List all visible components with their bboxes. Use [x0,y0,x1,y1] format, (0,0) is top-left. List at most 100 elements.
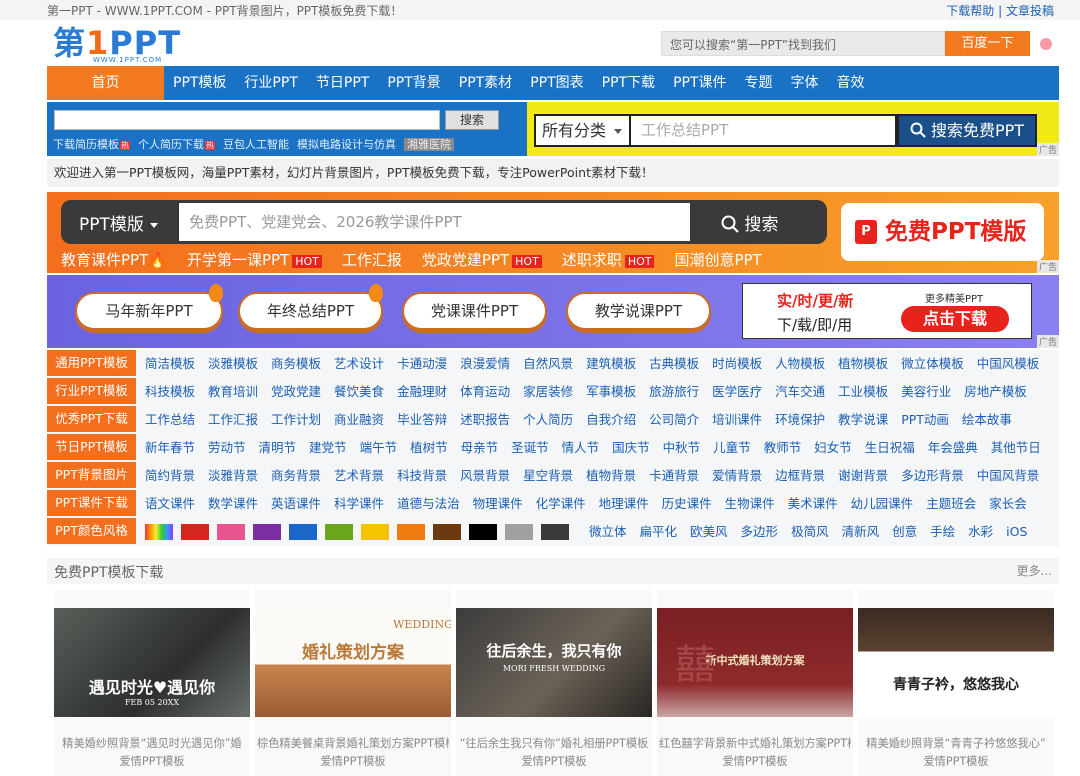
template-caption[interactable]: “往后余生我只有你”婚礼相册PPT模板 爱情PPT模板 [458,735,650,771]
color-swatch[interactable] [289,524,317,540]
category-link[interactable]: 述职报告 [460,406,510,434]
category-label[interactable]: PPT颜色风格 [47,518,136,544]
category-select[interactable]: 所有分类 [534,114,631,147]
banner-tag[interactable]: 党政党建PPT HOT [422,249,542,270]
color-swatch[interactable] [217,524,245,540]
category-link[interactable]: 淡雅模板 [208,350,258,378]
download-promo-box[interactable]: 实/时/更/新 下/载/即/用 更多精美PPT 点击下载 [742,283,1032,339]
category-link[interactable]: 培训课件 [712,406,762,434]
category-link[interactable]: 自然风景 [523,350,573,378]
category-link[interactable]: 国庆节 [612,434,650,462]
site-search-input[interactable] [54,110,440,130]
category-link[interactable]: 妇女节 [814,434,852,462]
category-link[interactable]: 星空背景 [523,462,573,490]
banner-search-input[interactable]: 免费PPT、党建党会、2026教学课件PPT [177,203,690,241]
category-link[interactable]: 美术课件 [788,490,838,518]
category-link[interactable]: 科学课件 [334,490,384,518]
hot-search-link[interactable]: 下载简历模板热 [53,136,130,152]
hot-search-link[interactable]: 模拟电路设计与仿真 [297,136,396,152]
category-link[interactable]: 其他节日 [991,434,1041,462]
category-link[interactable]: 幼儿园课件 [851,490,914,518]
category-link[interactable]: 卡通动漫 [397,350,447,378]
category-link[interactable]: 毕业答辩 [397,406,447,434]
category-link[interactable]: 情人节 [562,434,600,462]
category-link[interactable]: 化学课件 [536,490,586,518]
category-link[interactable]: 圣诞节 [511,434,549,462]
template-thumbnail[interactable]: 婚礼策划方案 WEDDING [255,608,451,717]
category-link[interactable]: 道德与法治 [397,490,460,518]
category-link[interactable]: 教育培训 [208,378,258,406]
color-swatch[interactable] [505,524,533,540]
color-swatch[interactable] [253,524,281,540]
banner-search-button[interactable]: 搜索 [721,210,778,235]
category-link[interactable]: 环境保护 [775,406,825,434]
category-link[interactable]: 创意 [892,518,917,546]
category-label[interactable]: 优秀PPT下载 [47,406,136,432]
category-link[interactable]: 多边形 [741,518,779,546]
category-link[interactable]: 医学医疗 [712,378,762,406]
category-link[interactable]: 风景背景 [460,462,510,490]
category-link[interactable]: 卡通背景 [649,462,699,490]
category-link[interactable]: 中国风模板 [977,350,1040,378]
banner-tag[interactable]: 国潮创意PPT [674,249,761,270]
category-label[interactable]: PPT背景图片 [47,462,136,488]
color-swatch[interactable] [397,524,425,540]
template-caption[interactable]: 红色囍字背景新中式婚礼策划方案PPT模 爱情PPT模板 [659,735,851,771]
category-link[interactable]: 淡雅背景 [208,462,258,490]
category-link[interactable]: 多边形背景 [901,462,964,490]
more-link[interactable]: 更多... [1017,562,1052,579]
category-link[interactable]: 爱情背景 [712,462,762,490]
category-link[interactable]: 英语课件 [271,490,321,518]
color-swatch[interactable] [181,524,209,540]
template-thumbnail[interactable]: 新中式婚礼策划方案囍 [657,608,853,717]
banner-tag[interactable]: 教育课件PPT🔥 [61,249,167,270]
site-logo[interactable]: 第1PPT WWW.1PPT.COM [53,26,203,64]
category-link[interactable]: PPT动画 [901,406,949,434]
category-link[interactable]: 体育运动 [460,378,510,406]
baidu-search-input[interactable]: 您可以搜索“第一PPT”找到我们 [661,31,945,56]
free-ppt-search-button[interactable]: 搜索免费PPT [897,114,1037,147]
category-link[interactable]: 人物模板 [775,350,825,378]
category-link[interactable]: 金融理财 [397,378,447,406]
color-swatch[interactable] [325,524,353,540]
category-link[interactable]: 谢谢背景 [838,462,888,490]
category-link[interactable]: 教学说课 [838,406,888,434]
category-label[interactable]: 通用PPT模板 [47,350,136,376]
category-link[interactable]: 房地产模板 [964,378,1027,406]
category-link[interactable]: 浪漫爱情 [460,350,510,378]
topic-button-new-year[interactable]: 马年新年PPT [75,284,223,330]
nav-item[interactable]: PPT图表 [521,66,592,100]
color-swatch[interactable] [469,524,497,540]
hot-search-link[interactable]: 湘雅医院 [404,136,454,152]
category-link[interactable]: 工作总结 [145,406,195,434]
banner-tag[interactable]: 开学第一课PPT HOT [187,249,322,270]
category-link[interactable]: 个人简历 [523,406,573,434]
category-link[interactable]: 军事模板 [586,378,636,406]
category-link[interactable]: 中秋节 [663,434,701,462]
category-link[interactable]: 建筑模板 [586,350,636,378]
color-swatch[interactable] [433,524,461,540]
category-link[interactable]: 欧美风 [690,518,728,546]
nav-item[interactable]: 专题 [736,66,782,100]
template-thumbnail[interactable]: 往后余生，我只有你 MORI FRESH WEDDING [456,608,652,717]
category-link[interactable]: 美容行业 [901,378,951,406]
category-link[interactable]: 简洁模板 [145,350,195,378]
category-link[interactable]: 生物课件 [725,490,775,518]
category-link[interactable]: 汽车交通 [775,378,825,406]
category-link[interactable]: 家居装修 [523,378,573,406]
category-label[interactable]: PPT课件下载 [47,490,136,516]
hot-search-link[interactable]: 豆包人工智能 [223,136,289,152]
category-link[interactable]: 历史课件 [662,490,712,518]
template-caption[interactable]: 棕色精美餐桌背景婚礼策划方案PPT模板 爱情PPT模板 [257,735,449,771]
category-link[interactable]: 家长会 [989,490,1027,518]
category-link[interactable]: 主题班会 [926,490,976,518]
category-link[interactable]: 科技背景 [397,462,447,490]
nav-item[interactable]: PPT素材 [450,66,521,100]
banner-tag[interactable]: 述职求职 HOT [562,249,655,270]
category-link[interactable]: 边框背景 [775,462,825,490]
nav-item[interactable]: PPT模板 [164,66,235,100]
category-link[interactable]: 时尚模板 [712,350,762,378]
free-ppt-button[interactable]: P 免费PPT模版 [841,203,1044,261]
category-link[interactable]: 地理课件 [599,490,649,518]
category-link[interactable]: 党政党建 [271,378,321,406]
